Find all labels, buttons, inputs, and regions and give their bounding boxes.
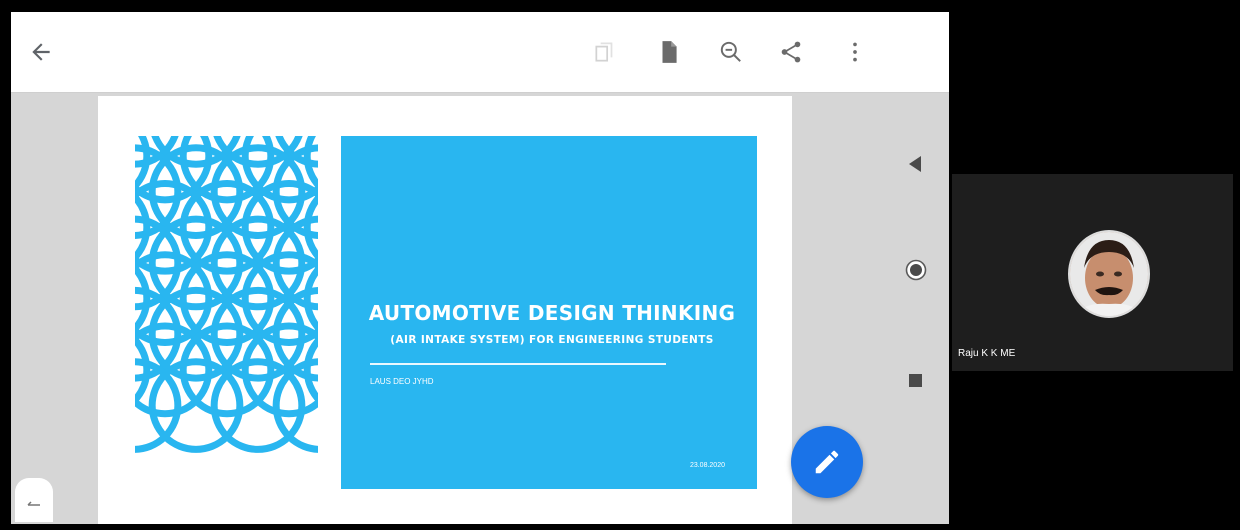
slide-title: AUTOMOTIVE DESIGN THINKING bbox=[368, 301, 736, 325]
nav-back-icon[interactable] bbox=[907, 155, 923, 173]
back-arrow-icon bbox=[32, 43, 50, 61]
participant-tile[interactable]: Raju K K ME bbox=[952, 174, 1233, 371]
corner-tab-button[interactable] bbox=[15, 478, 53, 522]
copy-button[interactable] bbox=[589, 36, 621, 68]
back-button[interactable] bbox=[25, 36, 57, 68]
share-icon bbox=[781, 41, 801, 63]
zoom-out-icon bbox=[720, 41, 741, 62]
document-icon bbox=[662, 41, 677, 63]
more-vert-icon bbox=[853, 42, 857, 62]
slide-subtitle: (AIR INTAKE SYSTEM) FOR ENGINEERING STUD… bbox=[390, 334, 714, 346]
participant-avatar bbox=[1068, 230, 1150, 318]
corner-arrow-icon bbox=[27, 501, 40, 506]
shared-screen: AUTOMOTIVE DESIGN THINKING (AIR INTAKE S… bbox=[11, 12, 949, 524]
slide-page: AUTOMOTIVE DESIGN THINKING (AIR INTAKE S… bbox=[98, 96, 792, 524]
slide-author: LAUS DEO JYHD bbox=[370, 377, 434, 386]
viewer-toolbar bbox=[11, 12, 949, 93]
more-options-button[interactable] bbox=[839, 36, 871, 68]
circle-pattern bbox=[135, 136, 318, 453]
document-button[interactable] bbox=[653, 36, 685, 68]
title-divider bbox=[370, 363, 666, 365]
pencil-icon bbox=[815, 450, 839, 474]
face-portrait-icon bbox=[1070, 232, 1148, 316]
participant-name: Raju K K ME bbox=[958, 348, 1016, 359]
title-panel: AUTOMOTIVE DESIGN THINKING (AIR INTAKE S… bbox=[341, 136, 757, 489]
slide-date: 23.08.2020 bbox=[689, 462, 725, 469]
system-nav-bar bbox=[881, 93, 949, 524]
nav-recents-icon[interactable] bbox=[908, 373, 923, 388]
zoom-out-button[interactable] bbox=[715, 36, 747, 68]
share-button[interactable] bbox=[775, 36, 807, 68]
nav-home-icon[interactable] bbox=[905, 259, 927, 281]
copy-icon bbox=[595, 42, 613, 62]
annotate-fab[interactable] bbox=[791, 426, 863, 498]
